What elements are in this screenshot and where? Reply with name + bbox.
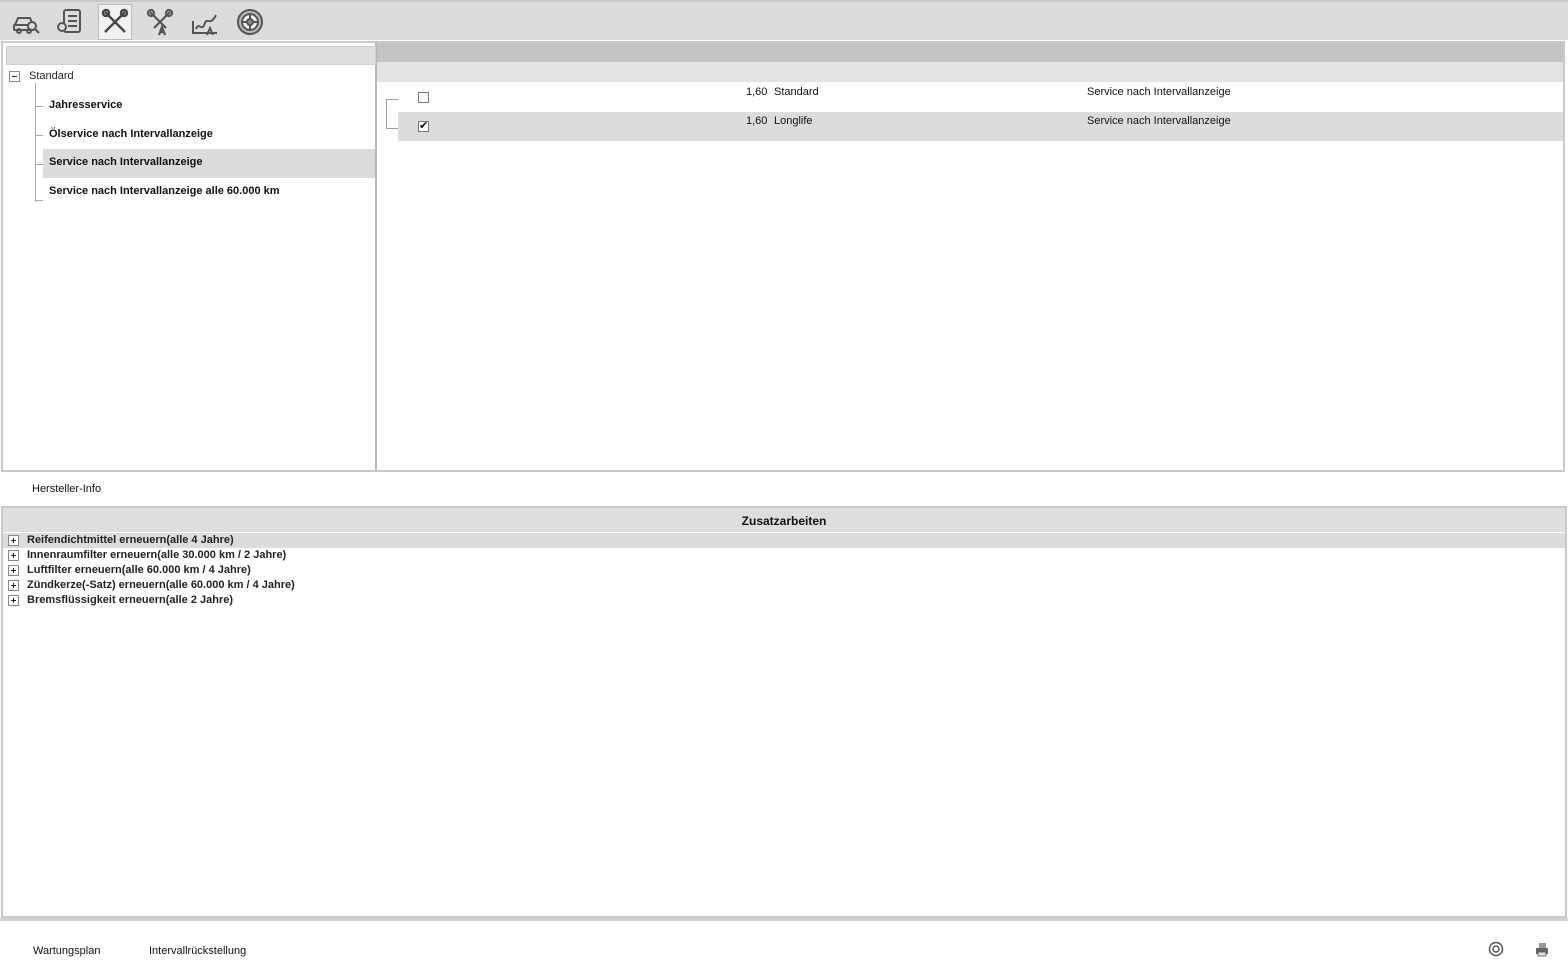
row-checkbox[interactable] — [418, 92, 429, 103]
tree-item-service-60000[interactable]: Service nach Intervallanzeige alle 60.00… — [43, 178, 375, 207]
document-list-icon[interactable] — [53, 4, 87, 40]
expand-icon[interactable] — [8, 595, 19, 606]
tools-a-icon[interactable] — [143, 4, 177, 40]
row-value: 1,60 — [746, 115, 768, 127]
wheel-icon[interactable] — [233, 4, 267, 40]
tree-root-label: Standard — [29, 70, 74, 82]
tools-wrench-screwdriver-icon[interactable] — [98, 4, 132, 40]
tree-connector — [35, 135, 43, 136]
zusatz-item-innenraumfilter[interactable]: Innenraumfilter erneuern(alle 30.000 km … — [3, 548, 1565, 563]
tree-item-label: Service nach Intervallanzeige alle 60.00… — [49, 185, 280, 197]
row-type: Longlife — [774, 115, 813, 127]
signature-a-icon[interactable] — [188, 4, 222, 40]
zusatzarbeiten-title: Zusatzarbeiten — [3, 508, 1565, 532]
tree-connector — [35, 83, 36, 202]
row-value: 1,60 — [746, 86, 768, 98]
tree-root-standard[interactable]: Standard — [9, 69, 74, 83]
row-checkbox[interactable] — [418, 119, 429, 132]
expand-icon[interactable] — [8, 550, 19, 561]
intervallrueckstellung-link[interactable]: Intervallrückstellung — [149, 945, 246, 957]
zusatz-item-luftfilter[interactable]: Luftfilter erneuern(alle 60.000 km / 4 J… — [3, 563, 1565, 578]
row-service: Service nach Intervallanzeige — [1087, 86, 1231, 98]
tree-connector — [35, 106, 43, 107]
tree-item-service-intervall[interactable]: Service nach Intervallanzeige — [43, 149, 375, 178]
tree-item-label: Ölservice nach Intervallanzeige — [49, 128, 213, 140]
footer-divider — [0, 918, 1568, 921]
help-icon[interactable] — [1487, 940, 1505, 958]
grid-connector — [386, 99, 398, 129]
zusatz-item-reifendichtmittel[interactable]: Reifendichtmittel erneuern(alle 4 Jahre) — [3, 533, 1565, 548]
tree-header — [6, 46, 376, 65]
zusatz-item-label: Zündkerze(-Satz) erneuern(alle 60.000 km… — [27, 579, 295, 591]
wartungsplan-link[interactable]: Wartungsplan — [33, 945, 100, 957]
zusatz-item-label: Innenraumfilter erneuern(alle 30.000 km … — [27, 549, 287, 561]
grid-header — [377, 43, 1563, 62]
tree-connector — [35, 200, 43, 201]
row-type: Standard — [774, 86, 819, 98]
service-tree-panel: Standard Jahresservice Ölservice nach In… — [1, 41, 377, 472]
grid-row-standard[interactable]: 1,60 Standard Service nach Intervallanze… — [398, 83, 1563, 112]
tree-item-label: Service nach Intervallanzeige — [49, 156, 203, 168]
zusatz-item-label: Luftfilter erneuern(alle 60.000 km / 4 J… — [27, 564, 251, 576]
hersteller-info-link[interactable]: Hersteller-Info — [32, 483, 101, 495]
zusatzarbeiten-panel: Zusatzarbeiten Reifendichtmittel erneuer… — [1, 506, 1567, 918]
print-icon[interactable] — [1533, 940, 1551, 958]
tree-item-oelservice[interactable]: Ölservice nach Intervallanzeige — [43, 121, 375, 150]
tree-connector — [35, 164, 43, 165]
row-service: Service nach Intervallanzeige — [1087, 115, 1231, 127]
grid-row-longlife[interactable]: 1,60 Longlife Service nach Intervallanze… — [398, 112, 1563, 141]
toolbar — [0, 0, 1568, 40]
tree-item-jahresservice[interactable]: Jahresservice — [43, 92, 375, 121]
grid-subheader — [377, 62, 1563, 82]
expand-icon[interactable] — [8, 565, 19, 576]
service-grid-panel: 1,60 Standard Service nach Intervallanze… — [377, 41, 1565, 472]
zusatz-item-zuendkerze[interactable]: Zündkerze(-Satz) erneuern(alle 60.000 km… — [3, 578, 1565, 593]
zusatz-item-label: Reifendichtmittel erneuern(alle 4 Jahre) — [27, 534, 234, 546]
collapse-icon[interactable] — [9, 70, 20, 82]
expand-icon[interactable] — [8, 535, 19, 546]
expand-icon[interactable] — [8, 580, 19, 591]
car-search-icon[interactable] — [9, 4, 43, 40]
zusatz-item-label: Bremsflüssigkeit erneuern(alle 2 Jahre) — [27, 594, 234, 606]
zusatz-item-bremsfluessigkeit[interactable]: Bremsflüssigkeit erneuern(alle 2 Jahre) — [3, 593, 1565, 608]
tree-item-label: Jahresservice — [49, 99, 123, 111]
